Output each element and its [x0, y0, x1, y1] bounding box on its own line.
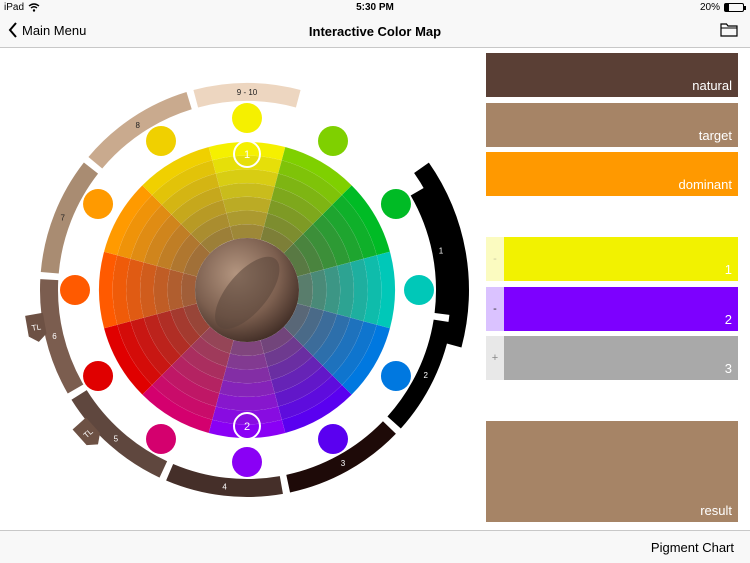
page-title: Interactive Color Map: [308, 24, 442, 39]
hue-dot[interactable]: [60, 275, 90, 305]
selection-marker-label: 2: [244, 421, 250, 433]
value-scale-label: 6: [52, 332, 57, 341]
status-bar: iPad 5:30 PM 20%: [0, 0, 750, 16]
selection-marker-label: 1: [244, 149, 250, 161]
mix3-tab-label: +: [491, 352, 499, 364]
chevron-left-icon: [8, 22, 17, 38]
dominant-label: dominant: [678, 177, 732, 192]
back-button[interactable]: Main Menu: [8, 22, 86, 38]
hue-dot[interactable]: [404, 275, 434, 305]
hue-segment[interactable]: [181, 272, 198, 308]
mix1-remove-tab[interactable]: -: [486, 237, 504, 281]
folder-button[interactable]: [720, 22, 738, 43]
bottom-toolbar: Pigment Chart: [0, 530, 750, 563]
folder-icon: [720, 23, 738, 37]
pigment-chart-button[interactable]: Pigment Chart: [651, 540, 734, 555]
result-swatch[interactable]: result: [486, 421, 738, 522]
hue-segment[interactable]: [229, 339, 265, 356]
value-scale-label: 5: [114, 434, 119, 443]
mix2-remove-tab[interactable]: -: [486, 287, 504, 331]
nav-bar: Main Menu Interactive Color Map: [0, 16, 750, 48]
value-scale-label: 1: [439, 247, 444, 256]
hue-dot[interactable]: [83, 361, 114, 391]
value-scale-label: 2: [423, 371, 428, 380]
color-wheel-panel: 129 - 10 8 7 6 5 4 3 2 1 TL TL: [0, 48, 480, 530]
mix1-swatch[interactable]: 1: [504, 237, 738, 281]
value-scale-segment[interactable]: [40, 162, 99, 274]
back-button-label: Main Menu: [22, 22, 87, 38]
hue-dot[interactable]: [318, 126, 348, 157]
value-scale-segment[interactable]: [166, 463, 283, 497]
dominant-swatch[interactable]: dominant: [486, 152, 738, 196]
mix3-swatch[interactable]: 3: [504, 336, 738, 380]
target-label: target: [698, 128, 732, 143]
hue-dot[interactable]: [232, 447, 262, 477]
value-scale-label: 9 - 10: [237, 88, 258, 97]
hue-dot[interactable]: [83, 189, 114, 219]
mix2-tab-label: -: [493, 303, 497, 315]
hue-segment[interactable]: [296, 272, 313, 308]
value-scale-label: 7: [61, 213, 66, 222]
color-wheel[interactable]: 129 - 1087654321TLTL: [0, 48, 480, 530]
hue-dot[interactable]: [146, 126, 176, 157]
mix3-label: 3: [724, 361, 732, 376]
hue-segment[interactable]: [229, 224, 265, 241]
value-scale-label: 4: [222, 483, 227, 492]
hue-dot[interactable]: [380, 189, 411, 219]
status-time: 5:30 PM: [356, 2, 394, 13]
mix3-add-tab[interactable]: +: [486, 336, 504, 380]
natural-swatch[interactable]: natural: [486, 53, 738, 97]
target-swatch[interactable]: target: [486, 103, 738, 147]
mix1-label: 1: [724, 262, 732, 277]
result-label: result: [700, 503, 732, 518]
mix2-swatch[interactable]: 2: [504, 287, 738, 331]
mix1-tab-label: -: [493, 253, 497, 265]
mix2-label: 2: [724, 312, 732, 327]
battery-icon: [724, 3, 746, 12]
natural-label: natural: [692, 78, 732, 93]
value-scale-label: 8: [135, 121, 140, 130]
hue-dot[interactable]: [380, 361, 411, 391]
value-scale-label: 3: [341, 459, 346, 468]
hue-dot[interactable]: [232, 103, 262, 133]
value-scale-segment[interactable]: [88, 92, 192, 169]
battery-percent: 20%: [699, 2, 720, 13]
hue-dot[interactable]: [146, 423, 176, 454]
hue-dot[interactable]: [318, 423, 348, 454]
